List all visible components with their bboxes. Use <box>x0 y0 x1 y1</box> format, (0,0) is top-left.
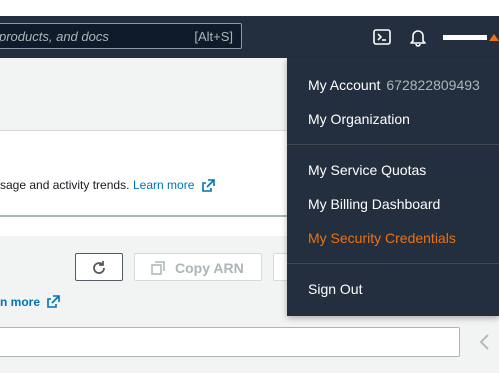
account-username-redacted[interactable] <box>443 35 487 40</box>
learn-more-link[interactable]: Learn more <box>133 178 194 192</box>
menu-divider <box>287 263 499 264</box>
menu-item-sign-out[interactable]: Sign Out <box>308 281 362 297</box>
account-id: 672822809493 <box>386 77 480 93</box>
copy-arn-button[interactable]: Copy ARN <box>134 253 262 281</box>
section-learn-more-link[interactable]: n more <box>0 295 40 309</box>
terminal-icon[interactable] <box>372 27 392 47</box>
chevron-left-icon[interactable] <box>478 333 492 356</box>
menu-item-security-credentials[interactable]: My Security Credentials <box>308 230 456 246</box>
account-dropdown-menu: My Account 672822809493 My Organization M… <box>287 58 499 316</box>
refresh-icon <box>93 261 105 274</box>
card-description: sage and activity trends. <box>0 178 130 192</box>
menu-item-my-organization[interactable]: My Organization <box>308 111 410 127</box>
search-shortcut-hint: [Alt+S] <box>194 29 233 44</box>
menu-item-my-account[interactable]: My Account 672822809493 <box>308 77 480 93</box>
menu-item-service-quotas[interactable]: My Service Quotas <box>308 162 426 178</box>
copy-icon <box>151 261 165 275</box>
bell-icon[interactable] <box>408 27 428 47</box>
my-account-label: My Account <box>308 77 381 93</box>
page-header-band <box>0 58 290 130</box>
top-navigation-bar: products, and docs [Alt+S] <box>0 16 499 58</box>
browser-top-strip <box>0 0 499 16</box>
menu-item-billing-dashboard[interactable]: My Billing Dashboard <box>308 196 440 212</box>
search-input[interactable]: products, and docs [Alt+S] <box>0 23 242 49</box>
copy-arn-label: Copy ARN <box>175 260 244 276</box>
card-bottom-border <box>0 215 290 217</box>
search-placeholder: products, and docs <box>0 29 109 44</box>
external-link-icon[interactable] <box>202 179 215 192</box>
menu-divider <box>287 144 499 145</box>
refresh-button[interactable] <box>75 253 123 281</box>
caret-up-icon[interactable] <box>489 34 499 41</box>
filter-input[interactable] <box>0 327 460 357</box>
external-link-icon[interactable] <box>47 295 60 308</box>
header-divider <box>0 130 290 131</box>
